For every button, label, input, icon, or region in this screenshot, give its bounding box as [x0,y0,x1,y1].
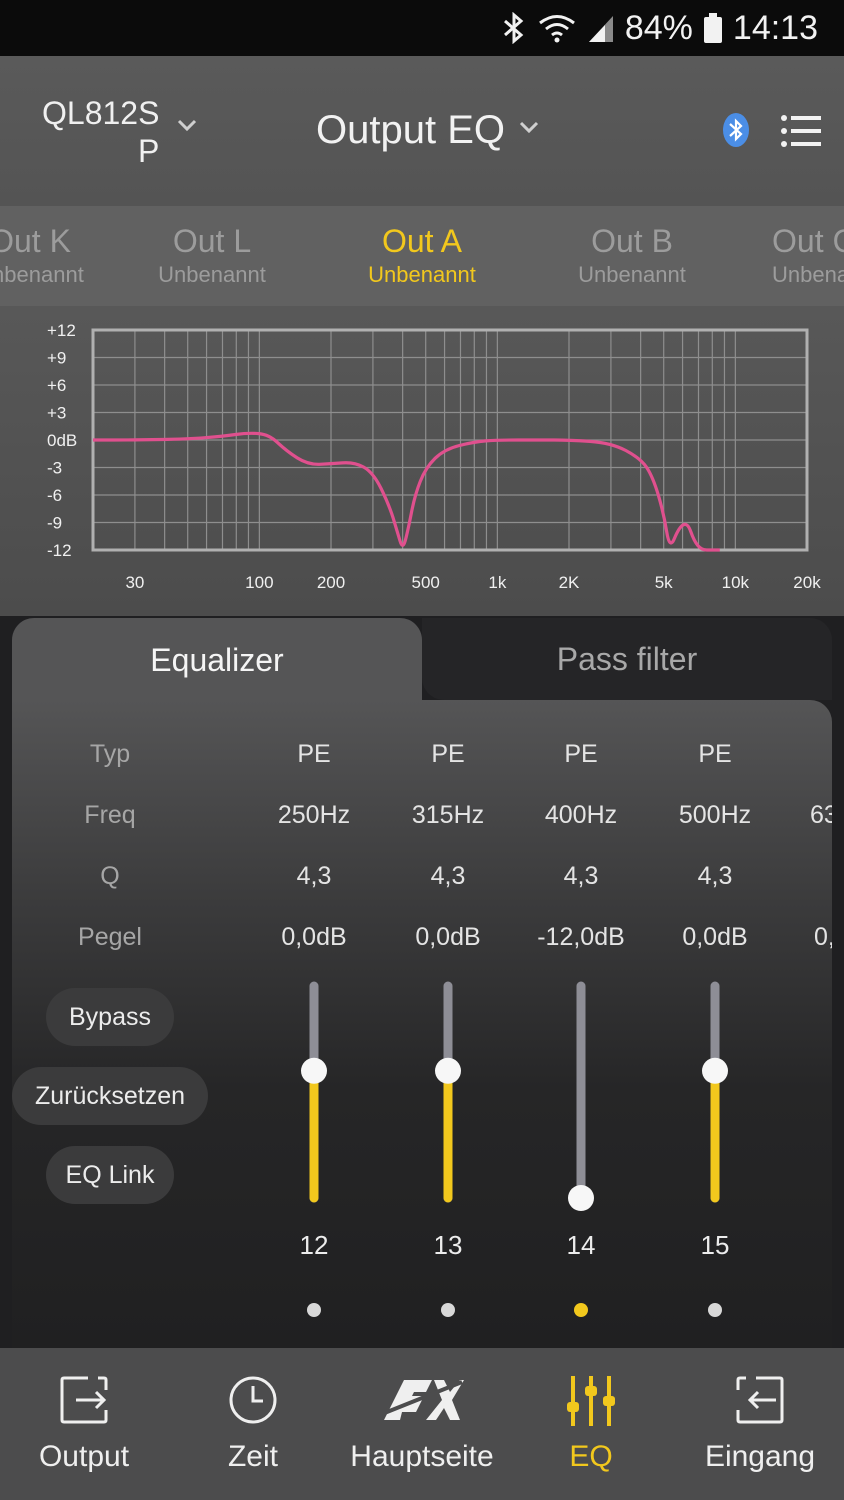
chevron-down-icon[interactable] [176,118,198,137]
y-tick-label: -12 [47,541,72,560]
nav-eingang[interactable]: Eingang [676,1348,844,1500]
eq-response-curve [93,431,720,552]
clock-time: 14:13 [732,8,818,47]
x-tick-label: 5k [655,573,673,592]
slider-knob[interactable] [568,1185,594,1211]
nav-hauptseite[interactable]: Hauptseite [338,1348,506,1500]
x-tick-label: 30 [125,573,144,592]
header: QL812S P Output EQ [0,56,844,206]
device-name-line2: P [138,133,160,169]
y-tick-label: +3 [47,404,66,423]
battery-percent: 84% [624,8,693,47]
eq-response-graph: +12 +9 +6 +3 0dB -3 -6 -9 -12 30 100 200 500 1k 2K 5k 10… [0,306,844,616]
band-number-15: 15 [700,1230,730,1260]
bluetooth-icon [501,12,527,44]
band-number-12: 12 [299,1230,329,1260]
page-title[interactable]: Output EQ [316,108,505,153]
y-tick-label: -6 [47,486,62,505]
y-tick-label: +9 [47,349,66,368]
channel-selector: Out K Unbenannt Out L Unbenannt Out A Un… [0,206,844,306]
channel-tab-out-k[interactable]: Out K Unbenannt [0,222,130,290]
channel-tab-out-b[interactable]: Out B Unbenannt [532,222,732,290]
x-tick-label: 1k [488,573,506,592]
bottom-navigation: Output Zeit Hauptseite EQ Eingang [0,1348,844,1500]
input-icon [734,1374,786,1431]
y-tick-label: 0dB [47,431,77,450]
eq-chart: +12 +9 +6 +3 0dB -3 -6 -9 -12 30 100 200 500 1k 2K 5k 10… [47,321,821,592]
wifi-icon [537,12,577,44]
y-tick-label: -9 [47,514,62,533]
x-tick-label: 100 [245,573,273,592]
slider-knob[interactable] [435,1057,461,1084]
chevron-down-icon[interactable] [518,120,540,139]
y-tick-label: +6 [47,376,66,395]
slider-knob[interactable] [702,1057,728,1084]
clock-icon [227,1374,279,1431]
channel-tab-out-l[interactable]: Out L Unbenannt [112,222,312,290]
x-tick-label: 2K [559,573,580,592]
signal-icon [587,12,615,44]
menu-icon[interactable] [780,114,822,153]
slider-knob[interactable] [301,1057,327,1084]
battery-icon [703,12,723,44]
y-tick-label: -3 [47,459,62,478]
y-tick-label: +12 [47,321,76,340]
esx-logo-icon [380,1374,464,1431]
x-tick-label: 20k [793,573,821,592]
eq-panel: Pass filter Equalizer Typ Freq Q Pegel P… [0,616,844,1348]
eq-sliders-icon [565,1374,617,1433]
band-indicator-dot[interactable] [708,1303,722,1317]
band-number-14: 14 [566,1230,596,1260]
band-indicator-dot[interactable] [441,1303,455,1317]
channel-tab-out-a[interactable]: Out A Unbenannt [322,222,522,290]
output-icon [58,1374,110,1431]
device-name-line1: QL812S [42,95,160,131]
x-tick-label: 10k [722,573,750,592]
channel-tab-out-c[interactable]: Out C Unbenannt [772,222,844,290]
x-tick-label: 500 [412,573,440,592]
band-indicator-dot[interactable] [574,1303,588,1317]
x-tick-label: 200 [317,573,345,592]
nav-zeit[interactable]: Zeit [169,1348,337,1500]
band-number-13: 13 [433,1230,463,1260]
bluetooth-icon[interactable] [722,112,750,153]
status-bar: 84% 14:13 [0,0,844,56]
nav-eq[interactable]: EQ [507,1348,675,1500]
band-indicator-dot[interactable] [307,1303,321,1317]
nav-output[interactable]: Output [0,1348,168,1500]
chart-grid [93,329,807,551]
